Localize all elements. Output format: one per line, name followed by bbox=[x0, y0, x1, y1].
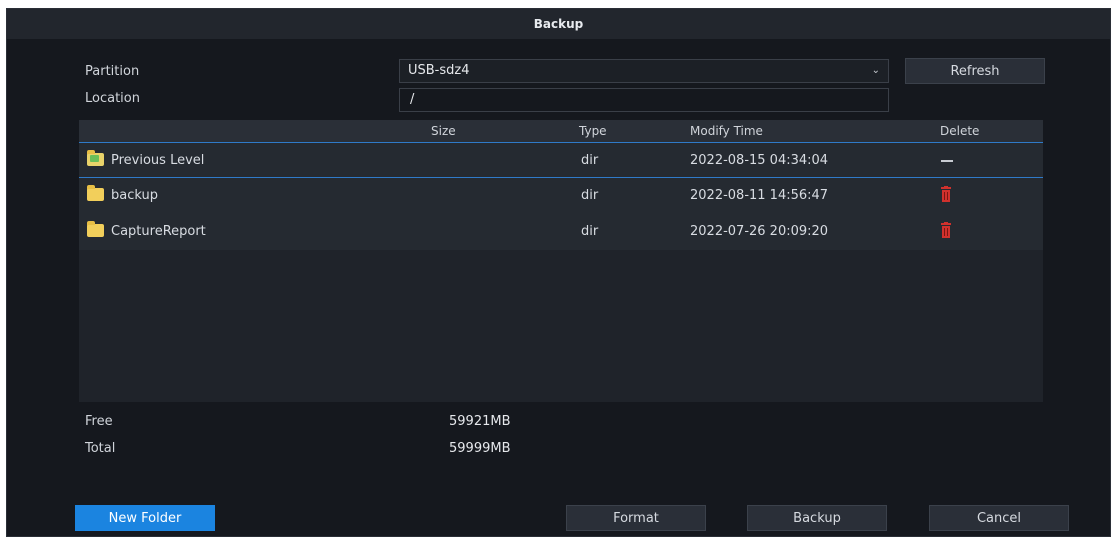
row-type: dir bbox=[581, 224, 599, 239]
table-row-backup[interactable]: backup dir 2022-08-11 14:56:47 bbox=[79, 178, 1043, 214]
table-row-capturereport[interactable]: CaptureReport dir 2022-07-26 20:09:20 bbox=[79, 214, 1043, 250]
column-size: Size bbox=[431, 124, 456, 138]
row-modify-time: 2022-08-11 14:56:47 bbox=[690, 188, 829, 203]
table-row-previous-level[interactable]: Previous Level dir 2022-08-15 04:34:04 bbox=[79, 142, 1043, 178]
dialog-title: Backup bbox=[7, 9, 1110, 39]
location-label: Location bbox=[85, 91, 140, 106]
total-value: 59999MB bbox=[449, 441, 511, 456]
refresh-button[interactable]: Refresh bbox=[905, 58, 1045, 84]
backup-dialog: Backup Partition USB-sdz4 ⌄ Refresh Loca… bbox=[6, 8, 1111, 537]
total-label: Total bbox=[85, 441, 116, 456]
location-value: / bbox=[410, 92, 415, 107]
chevron-down-icon[interactable]: ⌄ bbox=[872, 60, 880, 82]
table-header: Size Type Modify Time Delete bbox=[79, 120, 1043, 142]
row-name: CaptureReport bbox=[111, 224, 206, 239]
row-type: dir bbox=[581, 188, 599, 203]
partition-value: USB-sdz4 bbox=[408, 63, 470, 78]
trash-icon[interactable] bbox=[941, 222, 951, 238]
dialog-title-text: Backup bbox=[533, 17, 584, 31]
folder-icon bbox=[87, 185, 104, 201]
format-button[interactable]: Format bbox=[566, 505, 706, 531]
row-name: Previous Level bbox=[111, 153, 205, 168]
row-name: backup bbox=[111, 188, 158, 203]
file-table: Size Type Modify Time Delete Previous Le… bbox=[79, 120, 1043, 402]
free-label: Free bbox=[85, 414, 113, 429]
cancel-button[interactable]: Cancel bbox=[929, 505, 1069, 531]
column-modify-time: Modify Time bbox=[690, 124, 763, 138]
trash-icon[interactable] bbox=[941, 186, 951, 202]
partition-select[interactable]: USB-sdz4 ⌄ bbox=[399, 59, 889, 83]
column-type: Type bbox=[579, 124, 607, 138]
no-delete-icon bbox=[941, 160, 953, 162]
column-delete: Delete bbox=[940, 124, 980, 138]
location-field[interactable]: / bbox=[399, 88, 889, 112]
row-modify-time: 2022-07-26 20:09:20 bbox=[690, 224, 829, 239]
row-type: dir bbox=[581, 153, 599, 168]
row-modify-time: 2022-08-15 04:34:04 bbox=[690, 153, 829, 168]
backup-button[interactable]: Backup bbox=[747, 505, 887, 531]
new-folder-button[interactable]: New Folder bbox=[75, 505, 215, 531]
free-value: 59921MB bbox=[449, 414, 511, 429]
folder-up-icon bbox=[87, 150, 104, 166]
folder-icon bbox=[87, 221, 104, 237]
partition-label: Partition bbox=[85, 64, 140, 79]
